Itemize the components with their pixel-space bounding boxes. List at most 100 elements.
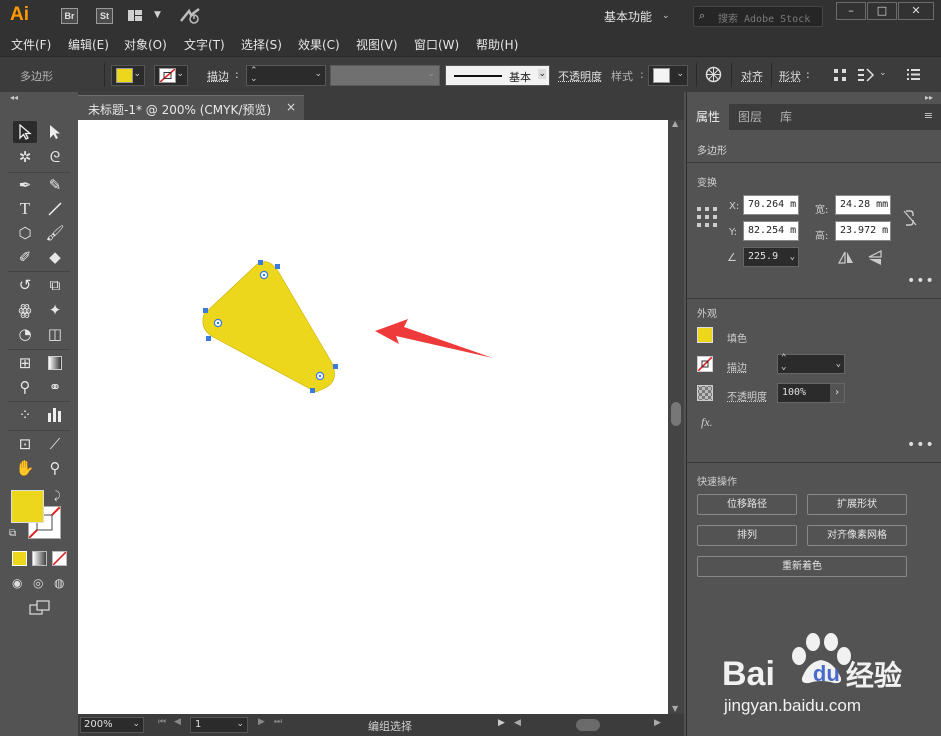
canvas[interactable]: [78, 120, 668, 714]
previous-artboard-icon[interactable]: ◀: [174, 717, 181, 727]
expand-shape-button[interactable]: 扩展形状: [807, 494, 907, 515]
anchor-point[interactable]: [203, 308, 208, 313]
isolate-icon[interactable]: [856, 67, 878, 86]
scroll-up-icon[interactable]: ▲: [672, 119, 678, 128]
sync-icon[interactable]: [179, 7, 203, 28]
collapse-icon[interactable]: ▸▸: [925, 93, 933, 102]
arrange-documents-icon[interactable]: [128, 10, 142, 21]
none-mode-button[interactable]: [52, 551, 67, 566]
screen-mode-icon[interactable]: [29, 600, 51, 619]
anchor-point[interactable]: [206, 336, 211, 341]
scroll-right-icon[interactable]: ▶: [654, 718, 661, 728]
paintbrush-tool[interactable]: 🖌: [43, 222, 67, 244]
shape-builder-tool[interactable]: ◔: [13, 323, 37, 345]
menu-edit[interactable]: 编辑(E): [68, 36, 109, 53]
default-colors-icon[interactable]: ⧉: [9, 528, 16, 539]
collapse-icon[interactable]: ◂◂: [10, 93, 18, 102]
opacity-label[interactable]: 不透明度: [558, 68, 602, 84]
warp-tool[interactable]: ꙮ: [13, 299, 37, 321]
fill-swatch[interactable]: [697, 327, 713, 343]
maximize-button[interactable]: □: [867, 2, 897, 20]
gradient-tool[interactable]: [43, 352, 67, 374]
align-label[interactable]: 对齐: [741, 68, 763, 84]
y-input[interactable]: 82.254 m: [743, 221, 799, 241]
eraser-tool[interactable]: ◆: [43, 246, 67, 268]
more-options-icon[interactable]: •••: [907, 437, 935, 453]
stroke-weight-input[interactable]: ⌃ ⌄ ⌄: [246, 65, 326, 86]
flip-vertical-icon[interactable]: [868, 250, 882, 268]
scrollbar-thumb[interactable]: [671, 402, 681, 426]
next-artboard-icon[interactable]: ▶: [258, 717, 265, 727]
vertical-scrollbar[interactable]: ▲ ▼: [668, 119, 684, 714]
opacity-input[interactable]: 100% ›: [777, 383, 845, 403]
align-to-pixel-grid-button[interactable]: 对齐像素网格: [807, 525, 907, 546]
draw-behind-icon[interactable]: ◎: [33, 576, 43, 590]
hand-tool[interactable]: ✋: [13, 457, 37, 479]
panel-menu-icon[interactable]: ≡: [924, 109, 933, 122]
slice-tool[interactable]: ⟋: [43, 433, 67, 455]
magic-wand-tool[interactable]: ✲: [13, 146, 37, 168]
selection-tool[interactable]: [13, 121, 37, 143]
variable-width-profile-dropdown[interactable]: ⌄: [330, 65, 440, 86]
status-menu-icon[interactable]: ▶: [498, 718, 505, 728]
document-tab[interactable]: 未标题-1* @ 200% (CMYK/预览) ×: [78, 95, 304, 120]
line-segment-tool[interactable]: [43, 198, 67, 220]
menu-object[interactable]: 对象(O): [124, 36, 167, 53]
menu-window[interactable]: 窗口(W): [414, 36, 459, 53]
bridge-button[interactable]: Br: [61, 8, 78, 24]
artboard[interactable]: [78, 120, 668, 714]
workspace-switcher[interactable]: 基本功能: [604, 8, 652, 25]
column-graph-tool[interactable]: [43, 404, 67, 426]
polygon-tool[interactable]: ⬡: [13, 222, 37, 244]
anchor-point[interactable]: [333, 364, 338, 369]
anchor-point[interactable]: [310, 388, 315, 393]
scroll-left-icon[interactable]: ◀: [514, 718, 521, 728]
arrange-button[interactable]: 排列: [697, 525, 797, 546]
artboard-tool[interactable]: ⊡: [13, 433, 37, 455]
rotate-angle-dropdown[interactable]: 225.9 ⌄: [743, 247, 799, 267]
stock-search-input[interactable]: ⌕ 搜索 Adobe Stock: [693, 6, 823, 27]
anchor-point[interactable]: [275, 264, 280, 269]
brush-definition-dropdown[interactable]: 基本 ⌄: [445, 65, 550, 86]
rotate-tool[interactable]: ↺: [13, 274, 37, 296]
zoom-tool[interactable]: ⚲: [43, 457, 67, 479]
close-tab-icon[interactable]: ×: [286, 100, 296, 114]
puppet-warp-tool[interactable]: ✦: [43, 299, 67, 321]
fill-color-box[interactable]: [11, 490, 44, 523]
menu-effect[interactable]: 效果(C): [298, 36, 340, 53]
mesh-tool[interactable]: ⊞: [13, 352, 37, 374]
reference-point-icon[interactable]: [697, 207, 717, 230]
symbol-sprayer-tool[interactable]: ⁘: [13, 404, 37, 426]
curvature-tool[interactable]: ✎: [43, 174, 67, 196]
width-input[interactable]: 24.28 mm: [835, 195, 891, 215]
blend-tool[interactable]: ⚭: [43, 376, 67, 398]
stock-button[interactable]: St: [96, 8, 113, 24]
first-artboard-icon[interactable]: ⏮: [158, 717, 166, 727]
tab-properties[interactable]: 属性: [687, 104, 730, 130]
shaper-tool[interactable]: ✐: [13, 246, 37, 268]
anchor-point[interactable]: [258, 260, 263, 265]
stroke-label[interactable]: 描边: [207, 68, 229, 84]
scroll-down-icon[interactable]: ▼: [672, 704, 678, 713]
perspective-grid-tool[interactable]: ◫: [43, 323, 67, 345]
panel-menu-icon[interactable]: [907, 69, 920, 83]
opacity-label[interactable]: 不透明度: [727, 388, 767, 403]
zoom-dropdown[interactable]: 200% ⌄: [80, 717, 144, 733]
direct-selection-tool[interactable]: [43, 121, 67, 143]
shape-label[interactable]: 形状: [779, 68, 801, 84]
last-artboard-icon[interactable]: ⏭: [274, 717, 282, 727]
tab-libraries[interactable]: 库: [771, 104, 801, 130]
lasso-tool[interactable]: ᘓ: [43, 146, 67, 168]
chevron-down-icon[interactable]: ⌄: [662, 11, 670, 21]
eyedropper-tool[interactable]: ⚲: [13, 376, 37, 398]
stroke-weight-input[interactable]: ⌃ ⌄ ⌄: [777, 354, 845, 374]
type-tool[interactable]: T: [13, 198, 37, 220]
rounded-triangle-shape[interactable]: [202, 261, 335, 393]
pen-tool[interactable]: ✒: [13, 174, 37, 196]
scale-tool[interactable]: ⧉: [43, 274, 67, 296]
menu-select[interactable]: 选择(S): [241, 36, 282, 53]
recolor-button[interactable]: 重新着色: [697, 556, 907, 577]
stroke-swatch[interactable]: [697, 356, 713, 372]
flip-horizontal-icon[interactable]: [837, 251, 854, 267]
horizontal-scrollbar-thumb[interactable]: [576, 719, 600, 731]
